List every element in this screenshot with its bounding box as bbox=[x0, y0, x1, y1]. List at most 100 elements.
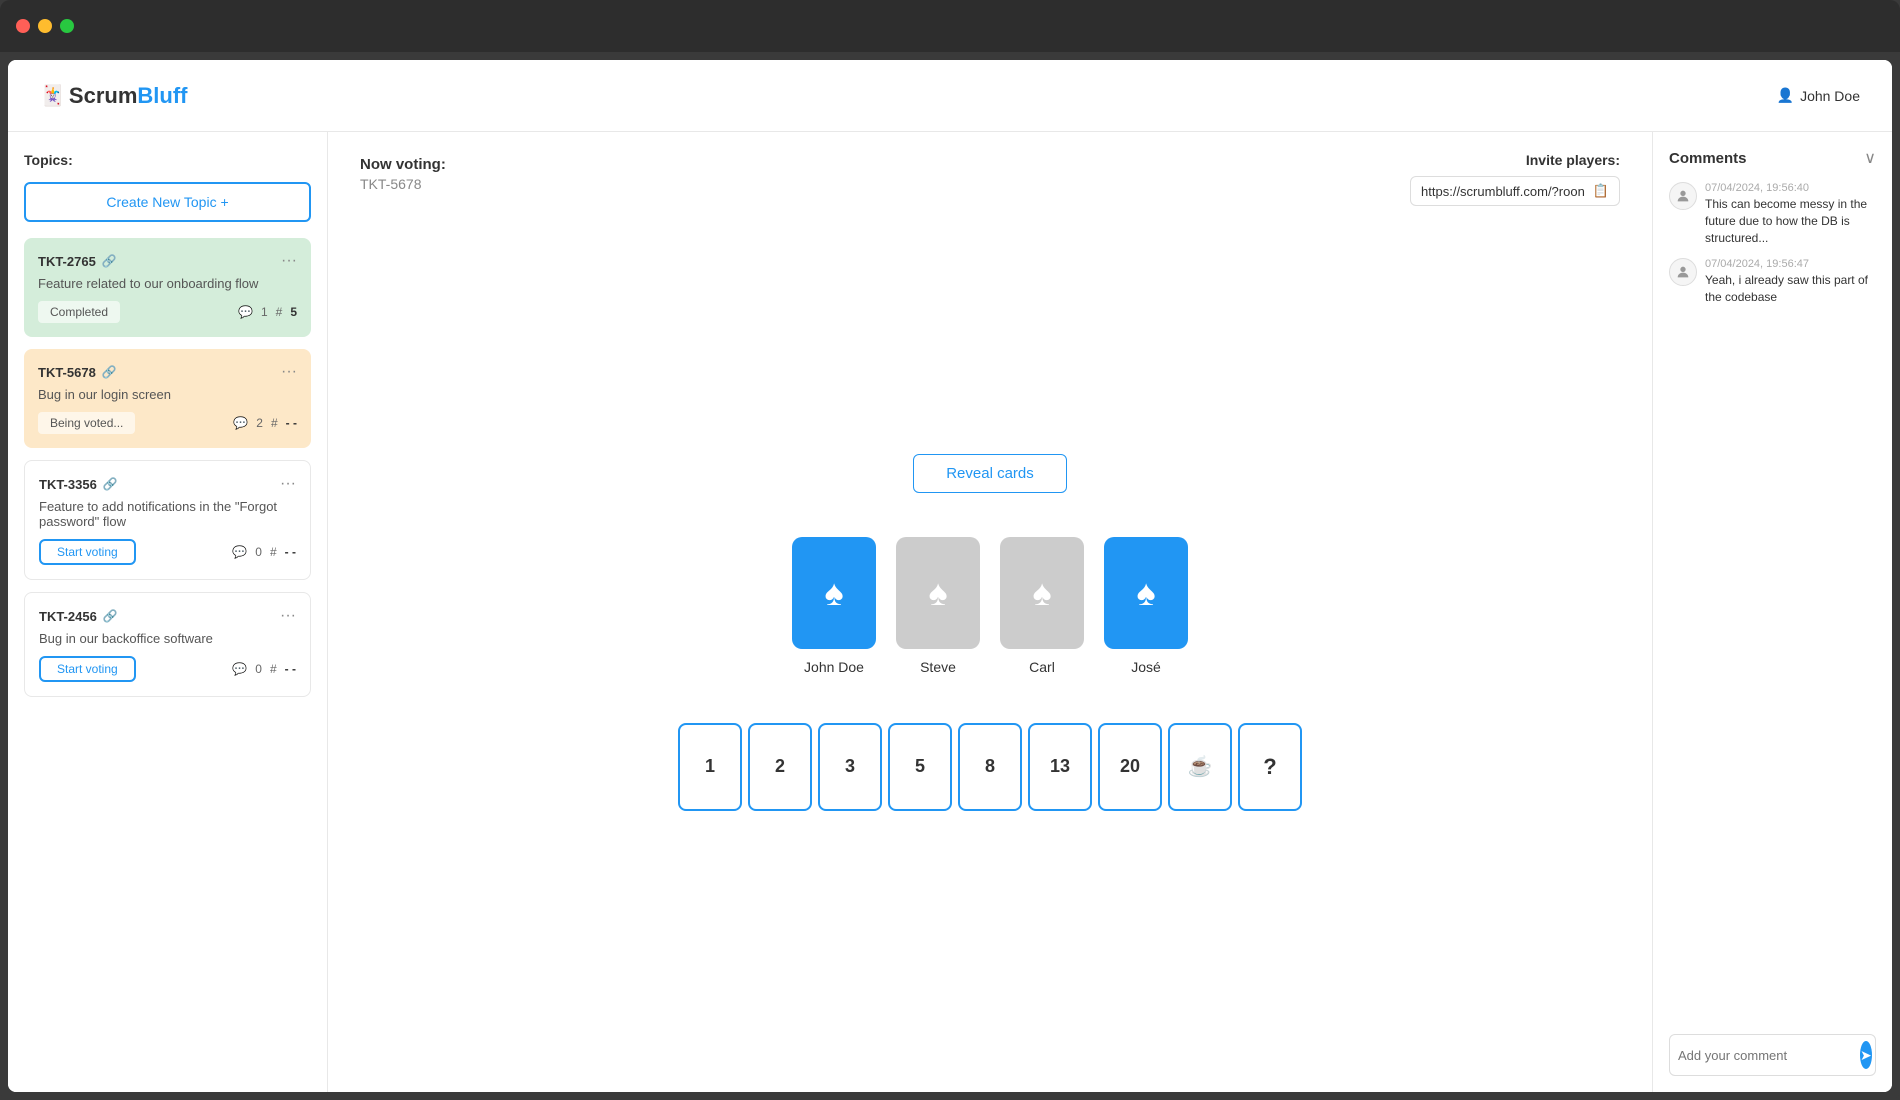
topic-status: Being voted... bbox=[38, 412, 135, 434]
vote-card-question[interactable]: ? bbox=[1238, 723, 1302, 811]
player-card-johndoe: ♠ bbox=[792, 537, 876, 649]
hash-icon: # bbox=[270, 662, 277, 676]
topic-header: TKT-3356 🔗 ··· bbox=[39, 475, 296, 493]
comment-icon: 💬 bbox=[233, 416, 248, 430]
comments-header: Comments ∨ bbox=[1669, 148, 1876, 168]
voting-cards-row: 1 2 3 5 8 13 20 ☕ ? bbox=[678, 723, 1302, 811]
now-voting-label: Now voting: bbox=[360, 156, 446, 173]
link-icon[interactable]: 🔗 bbox=[103, 609, 118, 623]
vote-card-coffee[interactable]: ☕ bbox=[1168, 723, 1232, 811]
topic-card-tkt2456: TKT-2456 🔗 ··· Bug in our backoffice sof… bbox=[24, 592, 311, 697]
topic-meta: 💬0 # - - bbox=[232, 545, 296, 559]
invite-label: Invite players: bbox=[1410, 152, 1620, 168]
main-content: Topics: Create New Topic + TKT-2765 🔗 ··… bbox=[8, 132, 1892, 1092]
comment-text-2: Yeah, i already saw this part of the cod… bbox=[1705, 272, 1876, 306]
topic-card-tkt2765: TKT-2765 🔗 ··· Feature related to our on… bbox=[24, 238, 311, 337]
topic-header: TKT-2456 🔗 ··· bbox=[39, 607, 296, 625]
vote-card-13[interactable]: 13 bbox=[1028, 723, 1092, 811]
topic-footer: Being voted... 💬2 # - - bbox=[38, 412, 297, 434]
topic-card-tkt3356: TKT-3356 🔗 ··· Feature to add notificati… bbox=[24, 460, 311, 580]
topic-menu[interactable]: ··· bbox=[281, 252, 297, 270]
vote-card-20[interactable]: 20 bbox=[1098, 723, 1162, 811]
topic-desc: Feature related to our onboarding flow bbox=[38, 276, 297, 291]
start-voting-button-2456[interactable]: Start voting bbox=[39, 656, 136, 682]
topic-id: TKT-2456 🔗 bbox=[39, 609, 118, 624]
vote-card-8[interactable]: 8 bbox=[958, 723, 1022, 811]
traffic-lights bbox=[16, 19, 74, 33]
sidebar: Topics: Create New Topic + TKT-2765 🔗 ··… bbox=[8, 132, 328, 1092]
comment-item-1: 07/04/2024, 19:56:40 This can become mes… bbox=[1669, 182, 1876, 246]
topic-menu[interactable]: ··· bbox=[280, 475, 296, 493]
link-icon[interactable]: 🔗 bbox=[102, 254, 117, 268]
topic-desc: Bug in our backoffice software bbox=[39, 631, 296, 646]
topic-id: TKT-5678 🔗 bbox=[38, 365, 117, 380]
logo: 🃏 ScrumBluff bbox=[40, 83, 187, 109]
comment-icon: 💬 bbox=[232, 545, 247, 559]
topic-footer: Start voting 💬0 # - - bbox=[39, 656, 296, 682]
player-col-carl: ♠ Carl bbox=[1000, 537, 1084, 675]
comment-text-1: This can become messy in the future due … bbox=[1705, 196, 1876, 246]
create-topic-button[interactable]: Create New Topic + bbox=[24, 182, 311, 222]
player-col-steve: ♠ Steve bbox=[896, 537, 980, 675]
start-voting-button-3356[interactable]: Start voting bbox=[39, 539, 136, 565]
comment-icon: 💬 bbox=[238, 305, 253, 319]
user-info: 👤 John Doe bbox=[1777, 87, 1860, 104]
topic-footer: Start voting 💬0 # - - bbox=[39, 539, 296, 565]
topic-header: TKT-5678 🔗 ··· bbox=[38, 363, 297, 381]
comment-time-1: 07/04/2024, 19:56:40 bbox=[1705, 182, 1876, 194]
player-name-johndoe: John Doe bbox=[804, 659, 864, 675]
avatar-1 bbox=[1669, 182, 1697, 210]
players-row: ♠ John Doe ♠ Steve bbox=[792, 537, 1188, 675]
topic-desc: Feature to add notifications in the "For… bbox=[39, 499, 296, 529]
spade-icon: ♠ bbox=[1136, 572, 1155, 614]
maximize-button[interactable] bbox=[60, 19, 74, 33]
vote-card-3[interactable]: 3 bbox=[818, 723, 882, 811]
logo-text: ScrumBluff bbox=[69, 83, 188, 109]
comment-input[interactable] bbox=[1678, 1048, 1854, 1063]
comments-title: Comments bbox=[1669, 150, 1747, 167]
invite-section: Invite players: https://scrumbluff.com/?… bbox=[1410, 152, 1620, 206]
spade-icon: ♠ bbox=[928, 572, 947, 614]
spade-icon: ♠ bbox=[1032, 572, 1051, 614]
vote-card-1[interactable]: 1 bbox=[678, 723, 742, 811]
send-icon: ➤ bbox=[1860, 1047, 1872, 1064]
comment-item-2: 07/04/2024, 19:56:47 Yeah, i already saw… bbox=[1669, 258, 1876, 306]
comments-chevron[interactable]: ∨ bbox=[1864, 148, 1876, 168]
player-card-carl: ♠ bbox=[1000, 537, 1084, 649]
logo-bluff: Bluff bbox=[137, 83, 187, 108]
topic-meta: 💬0 # - - bbox=[232, 662, 296, 676]
player-name-jose: José bbox=[1131, 659, 1161, 675]
player-col-johndoe: ♠ John Doe bbox=[792, 537, 876, 675]
reveal-cards-button[interactable]: Reveal cards bbox=[913, 454, 1067, 493]
topic-status: Completed bbox=[38, 301, 120, 323]
vote-card-5[interactable]: 5 bbox=[888, 723, 952, 811]
topic-header: TKT-2765 🔗 ··· bbox=[38, 252, 297, 270]
player-col-jose: ♠ José bbox=[1104, 537, 1188, 675]
close-button[interactable] bbox=[16, 19, 30, 33]
vote-card-2[interactable]: 2 bbox=[748, 723, 812, 811]
comment-body-2: 07/04/2024, 19:56:47 Yeah, i already saw… bbox=[1705, 258, 1876, 306]
titlebar bbox=[0, 0, 1900, 52]
link-icon[interactable]: 🔗 bbox=[102, 365, 117, 379]
logo-scrum: Scrum bbox=[69, 83, 137, 108]
comment-input-area: ➤ bbox=[1669, 1034, 1876, 1076]
topic-id: TKT-3356 🔗 bbox=[39, 477, 118, 492]
comment-time-2: 07/04/2024, 19:56:47 bbox=[1705, 258, 1876, 270]
hash-icon: # bbox=[271, 416, 278, 430]
invite-url: https://scrumbluff.com/?roon bbox=[1421, 184, 1585, 199]
comment-body-1: 07/04/2024, 19:56:40 This can become mes… bbox=[1705, 182, 1876, 246]
header: 🃏 ScrumBluff 👤 John Doe bbox=[8, 60, 1892, 132]
topic-menu[interactable]: ··· bbox=[281, 363, 297, 381]
link-icon[interactable]: 🔗 bbox=[103, 477, 118, 491]
sidebar-label: Topics: bbox=[24, 152, 311, 168]
topic-desc: Bug in our login screen bbox=[38, 387, 297, 402]
hash-icon: # bbox=[276, 305, 283, 319]
player-card-jose: ♠ bbox=[1104, 537, 1188, 649]
copy-icon[interactable]: 📋 bbox=[1593, 183, 1609, 199]
topic-menu[interactable]: ··· bbox=[280, 607, 296, 625]
player-name-carl: Carl bbox=[1029, 659, 1055, 675]
player-name-steve: Steve bbox=[920, 659, 956, 675]
minimize-button[interactable] bbox=[38, 19, 52, 33]
topic-footer: Completed 💬1 # 5 bbox=[38, 301, 297, 323]
comment-send-button[interactable]: ➤ bbox=[1860, 1041, 1872, 1069]
